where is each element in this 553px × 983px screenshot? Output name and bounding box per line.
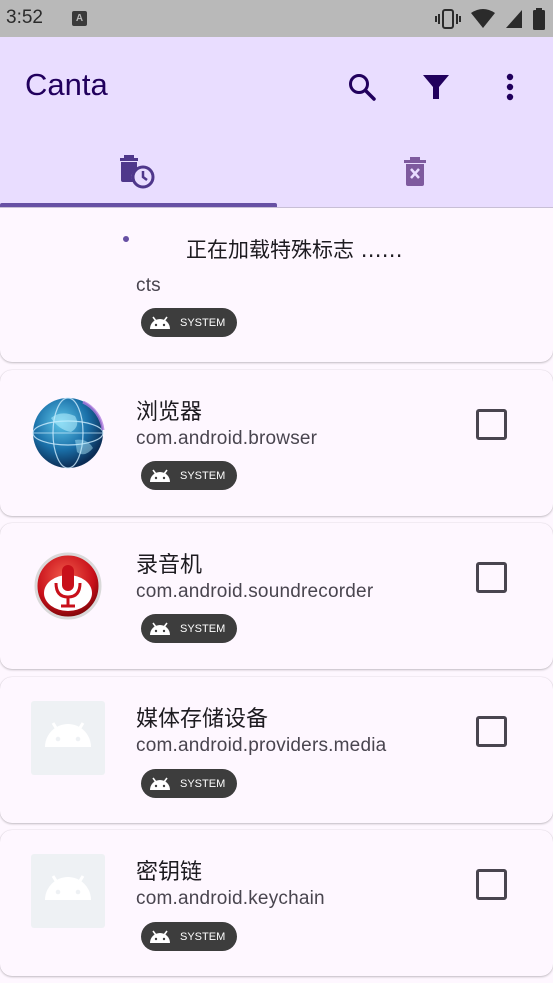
select-checkbox[interactable]	[476, 562, 507, 593]
status-bar: 3:52 A	[0, 0, 553, 37]
select-checkbox[interactable]	[476, 869, 507, 900]
app-package: com.android.browser	[136, 428, 318, 449]
loading-banner: 正在加载特殊标志 ……	[0, 208, 553, 270]
system-badge-label: SYSTEM	[180, 622, 226, 635]
system-badge-label: SYSTEM	[180, 469, 226, 482]
android-icon	[150, 622, 170, 635]
app-card[interactable]: 浏览器 com.android.browser SYSTEM	[0, 370, 553, 516]
android-icon	[150, 469, 170, 482]
android-icon	[150, 930, 170, 943]
app-card[interactable]: 媒体存储设备 com.android.providers.media SYSTE…	[0, 677, 553, 823]
filter-icon	[423, 75, 449, 99]
app-package: cts	[136, 275, 161, 296]
system-badge: SYSTEM	[141, 308, 237, 337]
system-badge: SYSTEM	[141, 614, 237, 643]
app-card[interactable]: 录音机 com.android.soundrecorder SYSTEM	[0, 523, 553, 669]
app-name: 媒体存储设备	[136, 707, 269, 732]
app-icon	[31, 549, 105, 623]
delete-clock-icon	[120, 155, 155, 189]
vibrate-icon	[435, 9, 461, 29]
android-icon	[150, 777, 170, 790]
app-name: 浏览器	[136, 400, 203, 425]
system-badge-label: SYSTEM	[180, 777, 226, 790]
app-list[interactable]: 正在加载特殊标志 …… cts SYSTEM 浏览器 com.android.b…	[0, 208, 553, 983]
system-badge: SYSTEM	[141, 769, 237, 798]
status-icons	[435, 8, 545, 30]
globe-icon	[32, 397, 105, 469]
app-package: com.android.keychain	[136, 888, 325, 909]
app-package: com.android.providers.media	[136, 735, 387, 756]
app-icon	[31, 854, 105, 928]
status-time: 3:52	[6, 7, 43, 28]
search-button[interactable]	[340, 65, 384, 109]
select-checkbox[interactable]	[476, 716, 507, 747]
more-options-button[interactable]	[488, 65, 532, 109]
wifi-icon	[471, 9, 495, 28]
filter-button[interactable]	[414, 65, 458, 109]
battery-icon	[533, 8, 545, 30]
app-name: 录音机	[136, 553, 203, 578]
system-badge: SYSTEM	[141, 461, 237, 490]
app-card[interactable]: 密钥链 com.android.keychain SYSTEM	[0, 830, 553, 976]
loading-text: 正在加载特殊标志 ……	[186, 238, 403, 262]
select-checkbox[interactable]	[476, 409, 507, 440]
android-icon	[31, 854, 105, 928]
signal-icon	[506, 10, 522, 28]
app-name: 密钥链	[136, 860, 203, 885]
loading-indicator	[123, 236, 129, 242]
android-icon	[150, 316, 170, 329]
app-icon	[31, 396, 105, 470]
system-badge-label: SYSTEM	[180, 316, 226, 329]
tab-uninstalled[interactable]	[277, 137, 553, 207]
top-app-bar: Canta	[0, 37, 553, 208]
system-badge: SYSTEM	[141, 922, 237, 951]
android-icon	[31, 701, 105, 775]
delete-x-icon	[404, 157, 426, 186]
app-package: com.android.soundrecorder	[136, 581, 374, 602]
search-icon	[349, 74, 376, 101]
app-icon	[31, 701, 105, 775]
more-vert-icon	[506, 73, 514, 101]
tab-installed[interactable]	[0, 137, 276, 207]
app-title: Canta	[25, 67, 108, 102]
system-badge-label: SYSTEM	[180, 930, 226, 943]
microphone-icon	[34, 552, 102, 620]
notification-a-icon: A	[72, 11, 87, 26]
